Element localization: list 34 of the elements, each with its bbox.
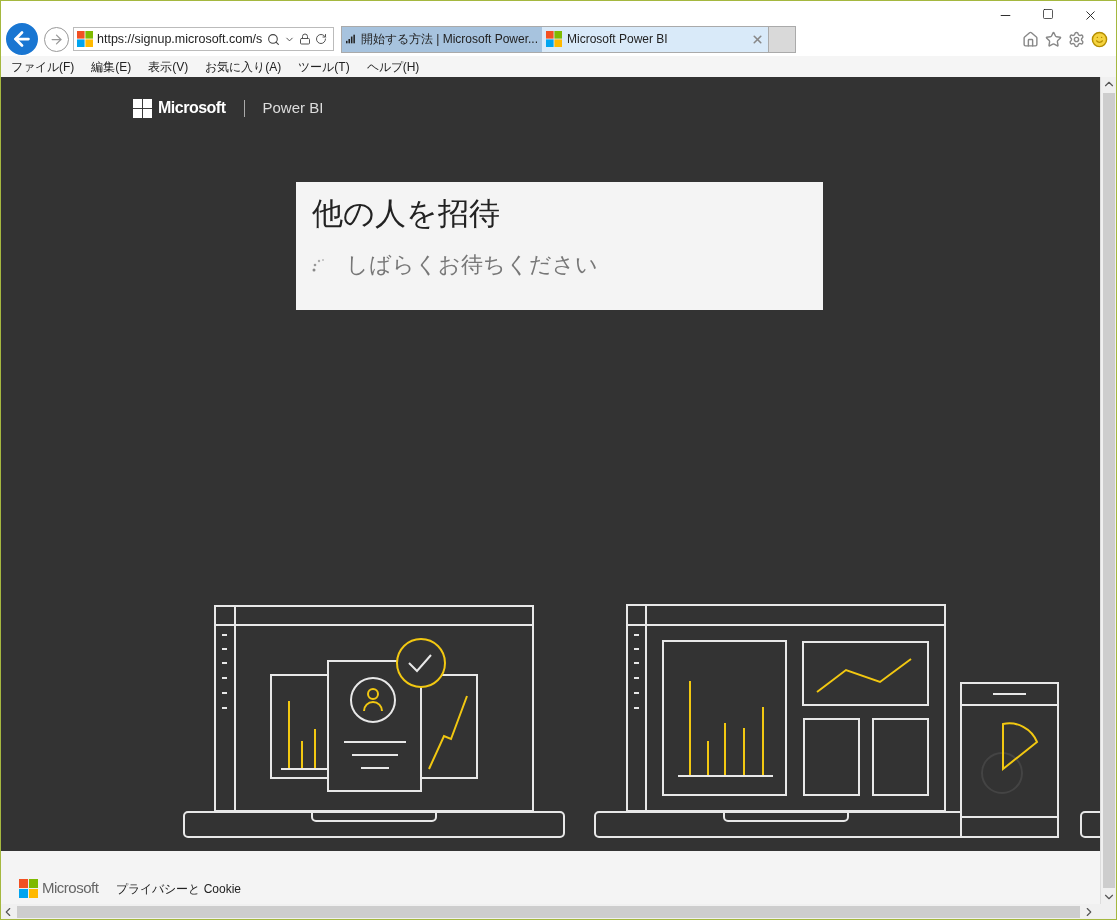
- maximize-icon[interactable]: [1042, 8, 1054, 20]
- browser-tab[interactable]: Microsoft Power BI: [542, 26, 768, 52]
- menu-item[interactable]: 表示(V): [148, 57, 189, 76]
- menu-item[interactable]: ツール(T): [298, 57, 350, 76]
- address-text: https://signup.microsoft.com/s: [97, 30, 263, 48]
- windows-logo-icon: [546, 31, 562, 47]
- microsoft-logo-icon: [19, 879, 38, 898]
- menu-item[interactable]: お気に入り(A): [205, 57, 282, 76]
- brand-name: Microsoft: [158, 98, 226, 118]
- microsoft-logo-icon: [133, 98, 152, 118]
- refresh-icon[interactable]: [315, 33, 327, 45]
- search-icon[interactable]: [267, 32, 280, 46]
- forward-button[interactable]: [44, 26, 69, 52]
- loading-message: しばらくお待ちください: [346, 251, 598, 279]
- panel-title: 他の人を招待: [312, 194, 501, 233]
- bar-chart-icon: [346, 32, 356, 46]
- close-tab-icon[interactable]: [751, 32, 764, 46]
- browser-tab[interactable]: 開始する方法 | Microsoft Power...: [342, 26, 542, 52]
- menu-item[interactable]: 編集(E): [91, 57, 132, 76]
- product-name: Power BI: [262, 97, 324, 118]
- smiley-icon[interactable]: [1091, 31, 1108, 48]
- settings-icon[interactable]: [1068, 31, 1085, 48]
- loading-spinner-icon: [312, 257, 324, 272]
- lock-icon: [299, 33, 311, 45]
- footer-brand: Microsoft: [42, 878, 99, 899]
- address-bar[interactable]: https://signup.microsoft.com/s: [73, 27, 334, 51]
- home-icon[interactable]: [1022, 31, 1039, 48]
- favorites-star-icon[interactable]: [1045, 31, 1062, 48]
- forward-arrow-icon: [49, 31, 64, 47]
- menu-item[interactable]: ヘルプ(H): [366, 57, 420, 76]
- menu-item[interactable]: ファイル(F): [11, 57, 75, 76]
- close-icon[interactable]: [1083, 8, 1098, 23]
- windows-logo-icon: [77, 31, 93, 47]
- privacy-cookie-link[interactable]: プライバシーと Cookie: [116, 879, 242, 898]
